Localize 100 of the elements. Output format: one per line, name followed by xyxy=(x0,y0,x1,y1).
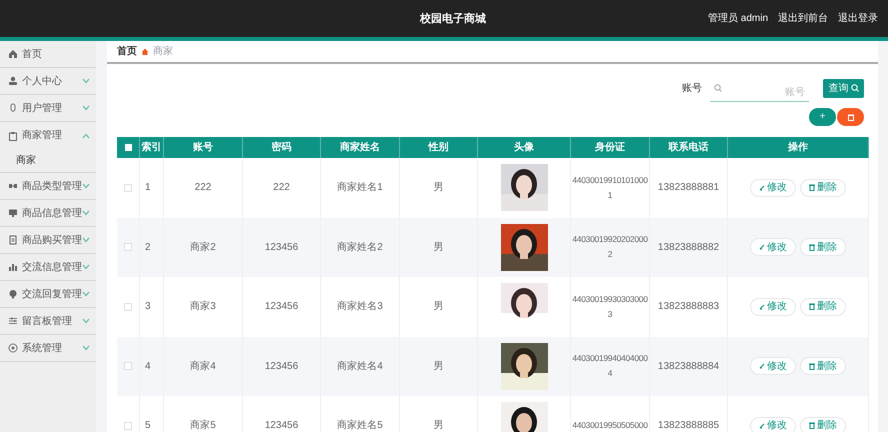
sidebar-item[interactable]: 个人中心 xyxy=(0,68,96,95)
table-cell-text: 123456 xyxy=(264,419,298,432)
header-link[interactable]: 退出登录 xyxy=(838,11,878,26)
sidebar-item[interactable]: 系统管理 xyxy=(0,335,96,362)
pencil-icon xyxy=(759,244,765,250)
table-cell-text: 123456 xyxy=(264,360,298,374)
edit-button[interactable]: 修改 xyxy=(750,178,796,197)
search-label: 账号 xyxy=(682,82,702,96)
table-cell-text: 男 xyxy=(434,419,444,432)
table-cell-text: 440300199101010001 xyxy=(572,174,648,202)
sliders-icon xyxy=(8,316,18,326)
table-cell-text: 商家姓名3 xyxy=(337,300,383,314)
sidebar-item[interactable]: 交流信息管理 xyxy=(0,254,96,281)
phone-icon xyxy=(8,103,18,113)
trash-icon xyxy=(809,244,815,251)
column-header: 密码 xyxy=(272,140,292,155)
trash-icon xyxy=(809,303,815,310)
row-checkbox[interactable] xyxy=(124,422,132,430)
table-cell-text: 4 xyxy=(145,360,151,374)
column-header: 身份证 xyxy=(595,140,625,155)
sidebar-item[interactable]: 首页 xyxy=(0,41,96,68)
edit-button[interactable]: 修改 xyxy=(750,357,796,376)
search-field[interactable]: 账号 xyxy=(710,83,809,102)
table-cell-text: 商家4 xyxy=(190,360,216,374)
column-header: 商家姓名 xyxy=(340,140,380,155)
trash-icon xyxy=(809,184,815,192)
sidebar-item[interactable]: 留言板管理 xyxy=(0,308,96,335)
table-cell-text: 男 xyxy=(434,300,444,314)
column-header: 头像 xyxy=(514,140,534,155)
sidebar-item[interactable]: 商家管理 xyxy=(0,122,96,149)
trash-icon xyxy=(809,422,815,430)
sidebar-item[interactable]: 商品类型管理 xyxy=(0,173,96,200)
edit-button[interactable]: 修改 xyxy=(750,238,796,256)
row-checkbox[interactable] xyxy=(124,302,132,311)
column-header: 性别 xyxy=(428,140,448,155)
settings-icon xyxy=(8,343,18,353)
table-cell-text: 商家姓名1 xyxy=(337,180,383,196)
sidebar-item[interactable]: 用户管理 xyxy=(0,95,96,122)
table-cell-text: 2 xyxy=(145,240,151,255)
sidebar-item[interactable]: 商品信息管理 xyxy=(0,200,96,227)
delete-button[interactable]: 删除 xyxy=(800,357,846,376)
row-checkbox[interactable] xyxy=(124,362,132,370)
delete-button[interactable]: 删除 xyxy=(800,178,846,197)
row-checkbox[interactable] xyxy=(124,184,132,192)
table-cell-text: 222 xyxy=(273,181,290,196)
add-button[interactable]: + xyxy=(809,108,836,126)
table-cell-text: 123456 xyxy=(264,240,298,255)
table-cell-text: 440300199202020002 xyxy=(572,233,648,262)
table-cell-text: 男 xyxy=(434,360,444,374)
table-cell-text: 男 xyxy=(434,240,444,255)
pencil-icon xyxy=(759,184,765,191)
delete-button[interactable] xyxy=(837,108,864,126)
sidebar-item[interactable]: 商品购买管理 xyxy=(0,227,96,254)
bulb-icon xyxy=(8,289,18,299)
pencil-icon xyxy=(759,304,765,310)
query-button[interactable]: 查询 xyxy=(823,78,864,98)
edit-button[interactable]: 修改 xyxy=(750,416,796,432)
delete-button[interactable]: 删除 xyxy=(800,416,846,432)
bowtie-icon xyxy=(8,181,18,191)
table-cell-text: 13823888884 xyxy=(658,360,720,374)
table-cell-text: 13823888885 xyxy=(658,419,720,432)
breadcrumb-link[interactable]: 首页 xyxy=(117,44,137,59)
table-cell-text: 商家姓名5 xyxy=(337,418,383,432)
edit-button[interactable]: 修改 xyxy=(750,298,796,316)
document-icon xyxy=(8,235,18,245)
pencil-icon xyxy=(759,363,765,370)
home-icon xyxy=(8,49,18,59)
column-header: 账号 xyxy=(193,140,213,155)
table-cell-text: 13823888881 xyxy=(658,181,720,196)
column-header: 操作 xyxy=(788,140,808,155)
table-cell-text: 5 xyxy=(145,419,151,432)
trash-icon xyxy=(809,362,815,370)
table-cell-text: 商家2 xyxy=(190,240,216,255)
delete-button[interactable]: 删除 xyxy=(800,298,846,316)
table-cell-text: 商家3 xyxy=(190,300,216,314)
table-cell-text: 商家姓名4 xyxy=(337,360,383,374)
site-title: 校园电子商城 xyxy=(420,12,486,27)
column-header: 联系电话 xyxy=(668,140,708,155)
table-cell-text: 440300199404040004 xyxy=(572,352,648,380)
sidebar-subitem[interactable]: 商家 xyxy=(0,149,96,172)
select-all-checkbox[interactable] xyxy=(124,144,132,151)
bar-chart-icon xyxy=(8,262,18,272)
table-cell-text: 44030019950505000 xyxy=(572,419,648,432)
sidebar-item[interactable]: 交流回复管理 xyxy=(0,281,96,308)
table-cell-text: 222 xyxy=(194,181,212,196)
header-link[interactable]: 退出到前台 xyxy=(778,11,828,26)
user-icon xyxy=(8,76,18,86)
clipboard-icon xyxy=(8,130,18,140)
search-icon xyxy=(714,84,722,92)
delete-button[interactable]: 删除 xyxy=(800,238,846,256)
table-cell-text: 123456 xyxy=(264,300,298,314)
table-cell-text: 商家5 xyxy=(190,418,216,432)
table-cell-text: 13823888883 xyxy=(658,300,720,314)
header-link[interactable]: 管理员 admin xyxy=(708,11,768,26)
row-checkbox[interactable] xyxy=(124,243,132,252)
table-cell-text: 商家姓名2 xyxy=(337,240,383,255)
table-cell-text: 1 xyxy=(145,181,151,196)
trash-icon xyxy=(848,114,854,120)
table-cell-text: 13823888882 xyxy=(658,240,720,255)
search-icon xyxy=(850,84,858,92)
